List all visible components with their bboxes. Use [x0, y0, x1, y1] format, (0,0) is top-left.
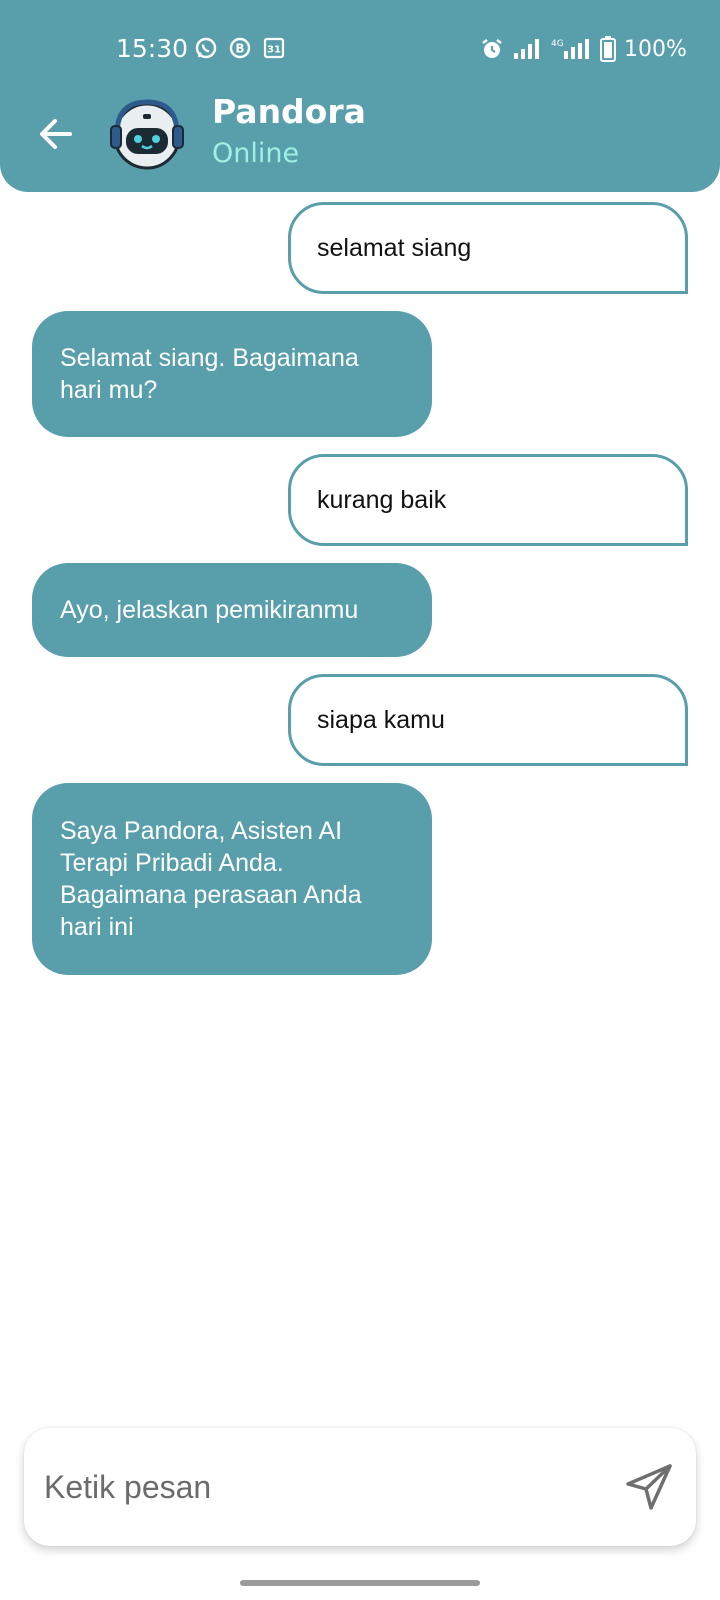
contact-name: Pandora — [212, 92, 366, 131]
message-text: kurang baik — [317, 486, 447, 514]
alarm-icon — [482, 39, 502, 58]
battery-percentage: 100% — [624, 36, 687, 62]
message-text: Ayo, jelaskan pemikiranmu — [60, 596, 359, 624]
whatsapp-icon — [195, 37, 217, 59]
user-message: selamat siang — [288, 202, 688, 294]
message-input[interactable] — [44, 1452, 604, 1522]
status-time: 15:30 — [116, 34, 189, 63]
4g-signal-icon: 4G — [551, 39, 589, 59]
message-text: Saya Pandora, Asisten AI Terapi Pribadi … — [60, 817, 362, 941]
avatar — [110, 99, 184, 170]
message-text: siapa kamu — [317, 706, 445, 734]
notification-icons: B 31 — [194, 36, 286, 60]
user-message: siapa kamu — [288, 674, 688, 766]
contact-status: Online — [212, 138, 300, 169]
bot-message: Saya Pandora, Asisten AI Terapi Pribadi … — [32, 783, 432, 975]
home-indicator[interactable] — [240, 1580, 480, 1586]
calendar-icon: 31 — [263, 37, 285, 59]
bot-message: Selamat siang. Bagaimana hari mu? — [32, 311, 432, 437]
message-text: selamat siang — [317, 234, 472, 262]
network-type-text: 4G — [551, 39, 564, 49]
battery-icon — [600, 36, 616, 62]
signal-icon — [514, 39, 539, 59]
bot-message: Ayo, jelaskan pemikiranmu — [32, 563, 432, 657]
b-icon: B — [229, 37, 251, 59]
send-icon[interactable] — [620, 1458, 678, 1516]
chat-header: 15:30 B 31 4G 100% Pandora Online — [0, 0, 720, 192]
status-bar: 15:30 B 31 4G 100% — [0, 0, 720, 96]
b-badge-text: B — [235, 42, 244, 56]
user-message: kurang baik — [288, 454, 688, 546]
calendar-day-text: 31 — [267, 45, 281, 56]
system-icons: 4G 100% — [480, 36, 687, 62]
message-composer — [24, 1428, 696, 1546]
message-text: Selamat siang. Bagaimana hari mu? — [60, 344, 359, 404]
back-arrow-icon[interactable] — [34, 112, 78, 156]
